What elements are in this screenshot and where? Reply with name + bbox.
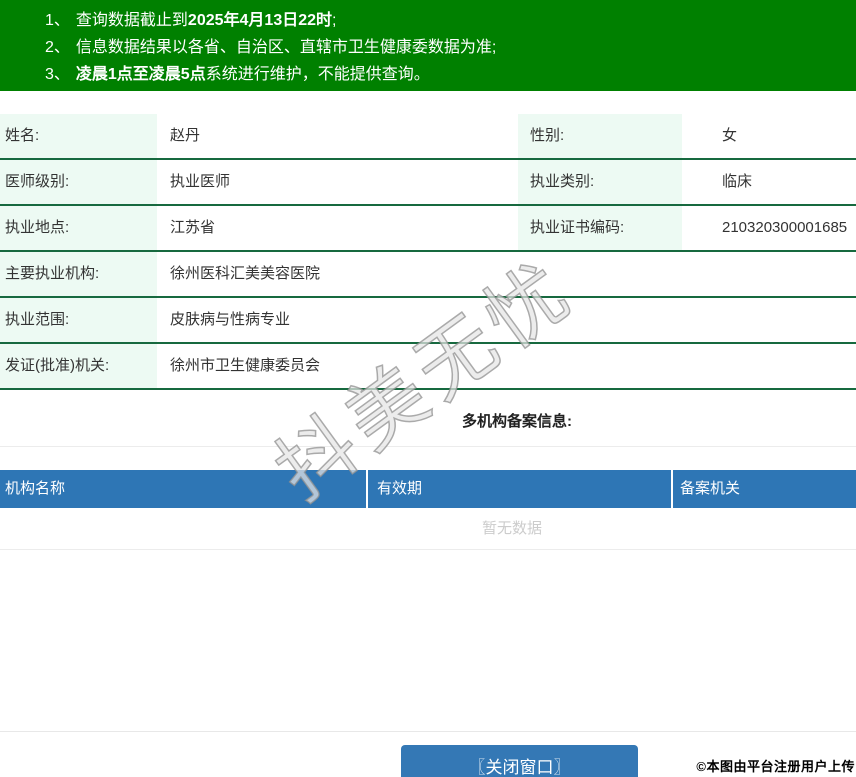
- copyright-text: ©本图由平台注册用户上传: [696, 759, 855, 774]
- notice-number: 2、: [45, 39, 70, 56]
- field-value-main-institution: 徐州医科汇美美容医院: [170, 265, 321, 282]
- notice-number: 3、: [45, 66, 70, 83]
- field-value-issuing-authority: 徐州市卫生健康委员会: [170, 357, 321, 374]
- notice-line-2: 2、 信息数据结果以各省、自治区、直辖市卫生健康委数据为准;: [45, 34, 846, 61]
- field-value-practice-location: 江苏省: [170, 219, 216, 236]
- field-label-name: 姓名:: [0, 114, 157, 158]
- notice-line-3: 3、 凌晨1点至凌晨5点系统进行维护，不能提供查询。: [45, 61, 846, 88]
- field-value-practice-scope: 皮肤病与性病专业: [170, 311, 291, 328]
- notice-number: 1、: [45, 12, 70, 29]
- field-value-doctor-level: 执业医师: [170, 173, 231, 190]
- field-value-name: 赵丹: [170, 127, 201, 144]
- notice-text: 查询数据截止到: [75, 12, 188, 29]
- table-row: 发证(批准)机关: 徐州市卫生健康委员会: [0, 344, 856, 390]
- records-table-header: 机构名称 有效期 备案机关: [0, 470, 856, 508]
- field-label-main-institution: 主要执业机构:: [0, 252, 157, 296]
- field-label-doctor-level: 医师级别:: [0, 160, 157, 204]
- notice-text-bold: 凌晨1点至凌晨5点: [75, 66, 206, 83]
- notice-line-1: 1、 查询数据截止到2025年4月13日22时;: [45, 7, 846, 34]
- field-value-certificate-number: 210320300001685: [722, 219, 848, 236]
- field-label-issuing-authority: 发证(批准)机关:: [0, 344, 157, 388]
- column-header-institution-name: 机构名称: [0, 470, 366, 508]
- field-label-practice-location: 执业地点:: [0, 206, 157, 250]
- multi-institution-section: 多机构备案信息:: [0, 390, 856, 447]
- field-value-gender: 女: [722, 127, 738, 144]
- table-row: 姓名: 赵丹 性别: 女: [0, 114, 856, 160]
- column-header-validity-period: 有效期: [368, 470, 671, 508]
- field-label-practice-category: 执业类别:: [518, 160, 682, 204]
- table-row: 执业范围: 皮肤病与性病专业: [0, 298, 856, 344]
- table-row: 主要执业机构: 徐州医科汇美美容医院: [0, 252, 856, 298]
- notice-banner: 1、 查询数据截止到2025年4月13日22时; 2、 信息数据结果以各省、自治区、…: [0, 0, 856, 91]
- notice-text: 系统进行维护，不能提供查询。: [205, 66, 430, 83]
- practitioner-info-table: 姓名: 赵丹 性别: 女 医师级别: 执业医师 执业类别: 临床 执业地点: 江…: [0, 114, 856, 390]
- notice-text: ;: [332, 12, 337, 29]
- query-result-page: 1、 查询数据截止到2025年4月13日22时; 2、 信息数据结果以各省、自治区、…: [0, 0, 856, 777]
- no-data-text: 暂无数据: [481, 520, 542, 537]
- table-row: 医师级别: 执业医师 执业类别: 临床: [0, 160, 856, 206]
- field-label-gender: 性别:: [518, 114, 682, 158]
- no-data-row: 暂无数据: [0, 508, 856, 550]
- column-header-filing-authority: 备案机关: [673, 470, 856, 508]
- section-title: 多机构备案信息:: [462, 413, 572, 430]
- field-label-practice-scope: 执业范围:: [0, 298, 157, 342]
- footer-divider: [0, 731, 856, 732]
- table-row: 执业地点: 江苏省 执业证书编码: 210320300001685: [0, 206, 856, 252]
- close-window-button[interactable]: 〖关闭窗口〗: [401, 745, 638, 777]
- field-value-practice-category: 临床: [722, 173, 753, 190]
- notice-text: 信息数据结果以各省、自治区、直辖市卫生健康委数据为准;: [75, 39, 497, 56]
- notice-text-bold: 2025年4月13日22时: [187, 12, 333, 29]
- field-label-certificate-number: 执业证书编码:: [518, 206, 682, 250]
